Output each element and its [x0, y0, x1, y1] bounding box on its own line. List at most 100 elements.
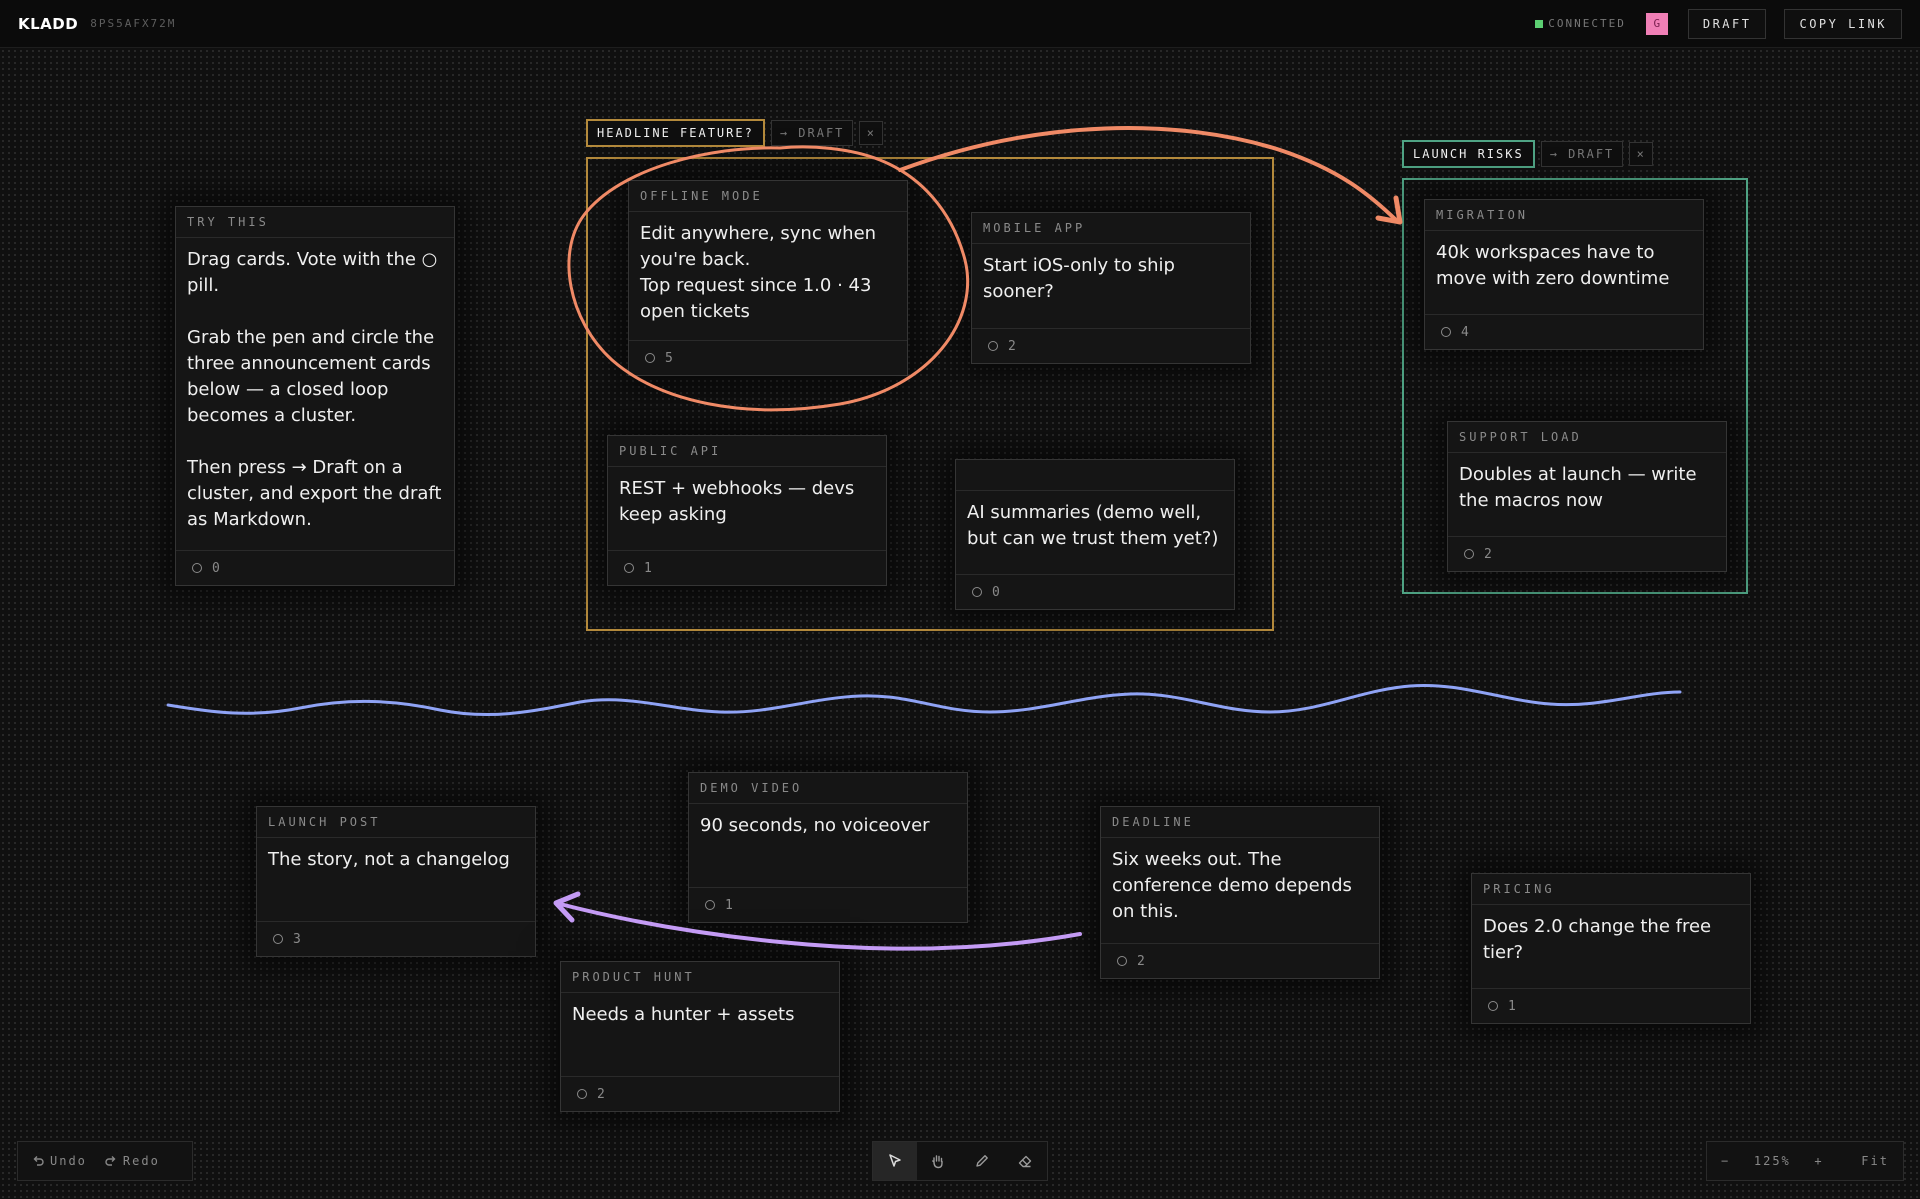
card-demo-video[interactable]: DEMO VIDEO 90 seconds, no voiceover 1	[688, 772, 968, 923]
vote-circle-icon	[1117, 956, 1127, 966]
card-title: PRICING	[1472, 874, 1750, 905]
tool-pen[interactable]	[960, 1142, 1004, 1180]
vote-circle-icon	[577, 1089, 587, 1099]
vote-count: 1	[644, 560, 652, 576]
cluster-draft-button[interactable]: → DRAFT	[770, 120, 854, 146]
redo-button[interactable]: Redo	[101, 1154, 174, 1168]
card-title: MIGRATION	[1425, 200, 1703, 231]
history-controls: Undo Redo	[17, 1141, 193, 1181]
card-mobile-app[interactable]: MOBILE APP Start iOS-only to ship sooner…	[971, 212, 1251, 364]
card-try-this[interactable]: TRY THIS Drag cards. Vote with the ○ pil…	[175, 206, 455, 586]
vote-count: 2	[1008, 338, 1016, 354]
cluster-draft-button[interactable]: → DRAFT	[1540, 141, 1624, 167]
card-body: Six weeks out. The conference demo depen…	[1112, 849, 1352, 922]
eraser-icon	[1019, 1155, 1032, 1168]
copy-link-button[interactable]: COPY LINK	[1784, 8, 1902, 39]
cluster-label[interactable]: HEADLINE FEATURE?	[586, 119, 765, 147]
undo-button[interactable]: Undo	[18, 1154, 101, 1168]
pen-icon	[976, 1155, 988, 1167]
connection-status-label: CONNECTED	[1548, 17, 1626, 30]
zoom-fit-button[interactable]: Fit	[1847, 1154, 1903, 1168]
avatar[interactable]: G	[1645, 12, 1668, 35]
vote-circle-icon	[624, 563, 634, 573]
card-title: MOBILE APP	[972, 213, 1250, 244]
card-title: SUPPORT LOAD	[1448, 422, 1726, 453]
board-id: 8PS5AFX72M	[90, 17, 177, 30]
zoom-out-button[interactable]: −	[1707, 1154, 1744, 1168]
vote-pill[interactable]: 1	[689, 887, 967, 922]
vote-count: 0	[212, 560, 220, 576]
app-logo: KLADD	[18, 14, 79, 33]
card-migration[interactable]: MIGRATION 40k workspaces have to move wi…	[1424, 199, 1704, 350]
toolbar	[872, 1141, 1048, 1181]
vote-pill[interactable]: 4	[1425, 314, 1703, 349]
vote-pill[interactable]: 1	[1472, 988, 1750, 1023]
vote-circle-icon	[273, 934, 283, 944]
vote-count: 0	[992, 584, 1000, 600]
vote-circle-icon	[972, 587, 982, 597]
vote-pill[interactable]: 3	[257, 921, 535, 956]
connection-status: CONNECTED	[1535, 17, 1626, 30]
card-title: OFFLINE MODE	[629, 181, 907, 212]
vote-pill[interactable]: 0	[956, 574, 1234, 609]
hand-icon	[932, 1155, 943, 1169]
cluster-label[interactable]: LAUNCH RISKS	[1402, 140, 1535, 168]
vote-pill[interactable]: 0	[176, 550, 454, 585]
vote-circle-icon	[1441, 327, 1451, 337]
card-body: The story, not a changelog	[268, 849, 510, 870]
vote-count: 2	[1137, 953, 1145, 969]
card-support-load[interactable]: SUPPORT LOAD Doubles at launch — write t…	[1447, 421, 1727, 572]
vote-pill[interactable]: 1	[608, 550, 886, 585]
vote-count: 3	[293, 931, 301, 947]
vote-circle-icon	[645, 353, 655, 363]
tool-select[interactable]	[873, 1142, 917, 1180]
tool-hand[interactable]	[917, 1142, 961, 1180]
card-title: DEMO VIDEO	[689, 773, 967, 804]
card-product-hunt[interactable]: PRODUCT HUNT Needs a hunter + assets 2	[560, 961, 840, 1112]
vote-circle-icon	[192, 563, 202, 573]
card-deadline[interactable]: DEADLINE Six weeks out. The conference d…	[1100, 806, 1380, 979]
vote-circle-icon	[705, 900, 715, 910]
cluster-close-button[interactable]: ×	[1629, 142, 1654, 166]
card-title	[956, 460, 1234, 491]
tool-eraser[interactable]	[1004, 1142, 1048, 1180]
vote-count: 4	[1461, 324, 1469, 340]
cluster-tag-headline: HEADLINE FEATURE? → DRAFT ×	[586, 119, 884, 147]
card-public-api[interactable]: PUBLIC API REST + webhooks — devs keep a…	[607, 435, 887, 586]
status-dot-icon	[1535, 19, 1544, 28]
cluster-tag-launch-risks: LAUNCH RISKS → DRAFT ×	[1402, 140, 1654, 168]
card-ai-summaries[interactable]: AI summaries (demo well, but can we trus…	[955, 459, 1235, 610]
vote-circle-icon	[1488, 1001, 1498, 1011]
redo-label: Redo	[122, 1154, 160, 1168]
vote-circle-icon	[1464, 549, 1474, 559]
vote-count: 1	[1508, 998, 1516, 1014]
vote-count: 5	[665, 350, 673, 366]
vote-pill[interactable]: 2	[1448, 536, 1726, 571]
card-body: Edit anywhere, sync when you're back. To…	[640, 223, 877, 322]
card-title: PRODUCT HUNT	[561, 962, 839, 993]
card-launch-post[interactable]: LAUNCH POST The story, not a changelog 3	[256, 806, 536, 957]
cluster-close-button[interactable]: ×	[859, 121, 884, 145]
card-body: Drag cards. Vote with the ○ pill. Grab t…	[187, 249, 442, 530]
vote-pill[interactable]: 2	[561, 1076, 839, 1111]
draft-button[interactable]: DRAFT	[1687, 8, 1767, 39]
vote-pill[interactable]: 2	[1101, 943, 1379, 978]
zoom-level: 125%	[1753, 1154, 1791, 1168]
card-body: REST + webhooks — devs keep asking	[619, 478, 855, 525]
top-bar: KLADD 8PS5AFX72M CONNECTED G DRAFT COPY …	[0, 0, 1920, 48]
undo-icon	[33, 1156, 44, 1166]
vote-count: 2	[1484, 546, 1492, 562]
redo-icon	[105, 1156, 116, 1166]
card-pricing[interactable]: PRICING Does 2.0 change the free tier? 1	[1471, 873, 1751, 1024]
vote-pill[interactable]: 2	[972, 328, 1250, 363]
card-body: Start iOS-only to ship sooner?	[983, 255, 1175, 302]
card-offline-mode[interactable]: OFFLINE MODE Edit anywhere, sync when yo…	[628, 180, 908, 376]
undo-label: Undo	[50, 1154, 87, 1168]
vote-pill[interactable]: 5	[629, 340, 907, 375]
vote-circle-icon	[988, 341, 998, 351]
zoom-in-button[interactable]: +	[1800, 1154, 1837, 1168]
zoom-controls: − 125% + Fit	[1706, 1141, 1904, 1181]
vote-count: 1	[725, 897, 733, 913]
vote-count: 2	[597, 1086, 605, 1102]
card-body: AI summaries (demo well, but can we trus…	[967, 502, 1219, 549]
